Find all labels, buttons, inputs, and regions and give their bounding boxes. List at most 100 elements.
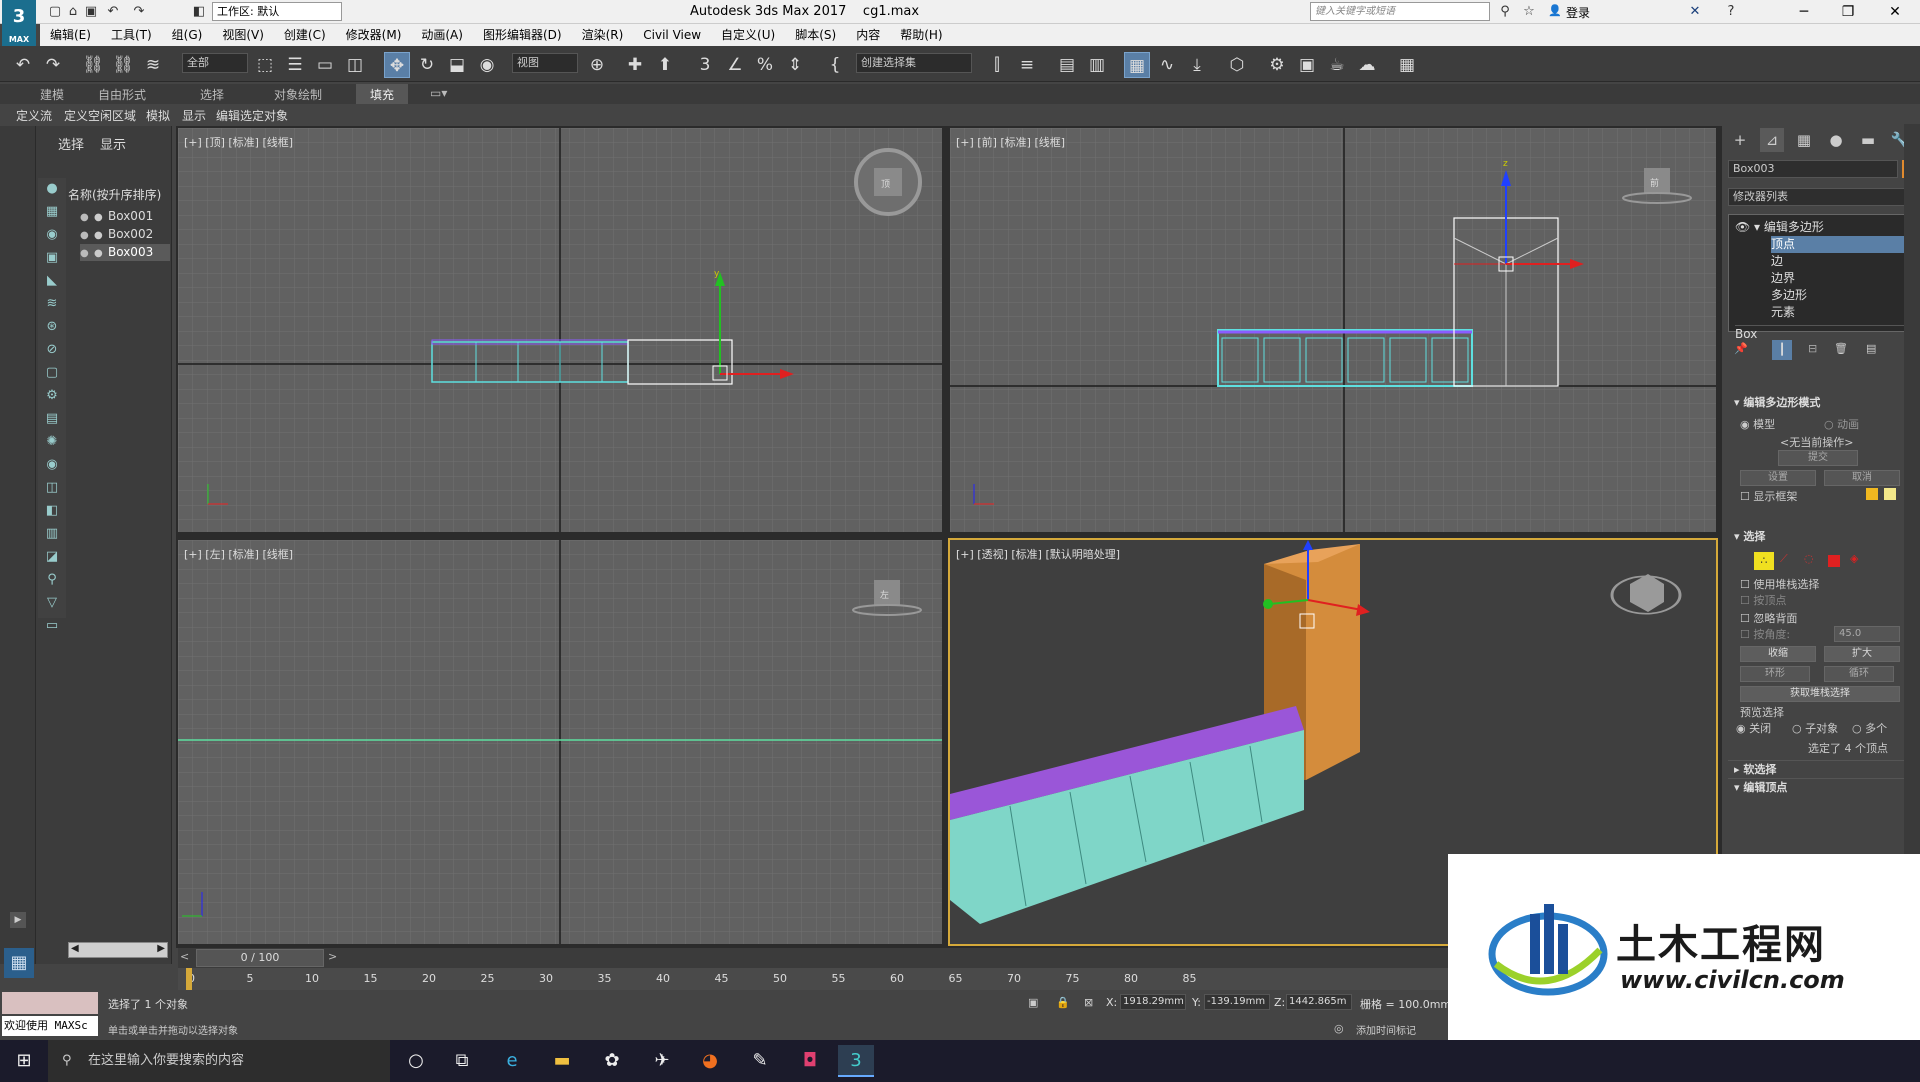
group-icon[interactable]: ▤ [38, 408, 66, 430]
spinner-snap-icon[interactable]: ⇕ [782, 52, 808, 78]
curve-editor-icon[interactable]: ∿ [1154, 52, 1180, 78]
time-cursor[interactable] [186, 968, 192, 990]
bone-icon[interactable]: ⊘ [38, 339, 66, 361]
file-explorer-icon[interactable]: ▬ [544, 1045, 580, 1077]
grow-button[interactable]: 扩大 [1824, 646, 1900, 662]
ribbon-simulate[interactable]: 模拟 [146, 107, 170, 124]
select-manipulate-icon[interactable]: ✚ [622, 52, 648, 78]
ring-button[interactable]: 环形 [1740, 666, 1810, 682]
modifier-item[interactable]: 👁 ▾ 编辑多边形 [1735, 219, 1911, 236]
layer-icon[interactable]: ▦ [38, 201, 66, 223]
ribbon-define-idle-areas[interactable]: 定义空闲区域 [64, 107, 136, 124]
search-input[interactable]: 键入关键字或短语 [1310, 2, 1490, 21]
schematic-view-icon[interactable]: ⤓ [1184, 52, 1210, 78]
app-icon-3[interactable]: ◘ [792, 1045, 828, 1077]
close-button[interactable]: ✕ [1870, 0, 1920, 24]
funnel-icon[interactable]: ▽ [38, 592, 66, 614]
rollout-soft-selection[interactable]: ▸ 软选择 [1728, 760, 1916, 778]
app-icon-2[interactable]: ✈ [644, 1045, 680, 1077]
cage-selected-color-swatch[interactable] [1884, 488, 1896, 500]
z-coord-field[interactable]: 1442.865m [1286, 994, 1352, 1010]
explorer-scrollbar[interactable]: ◀ ▶ [68, 942, 168, 958]
menu-item-5[interactable]: 修改器(M) [336, 24, 412, 46]
track-bar[interactable]: 0510152025303540455055606570758085 [178, 968, 1458, 990]
app-icon-1[interactable]: ✿ [594, 1045, 630, 1077]
rollout-selection[interactable]: ▾ 选择 [1728, 528, 1916, 546]
angle-spinner[interactable]: 45.0 [1834, 626, 1900, 642]
ribbon-tab-object-paint[interactable]: 对象绘制 [274, 86, 322, 103]
rendered-frame-icon[interactable]: ▣ [1294, 52, 1320, 78]
settings-button[interactable]: 设置 [1740, 470, 1816, 486]
viewport-label-perspective[interactable]: [+] [透视] [标准] [默认明暗处理] [956, 546, 1120, 562]
frozen-icon[interactable]: ◫ [38, 477, 66, 499]
ribbon-display[interactable]: 显示 [182, 107, 206, 124]
use-stack-selection-checkbox[interactable]: ☐ 使用堆栈选择 [1740, 576, 1819, 592]
ribbon-tab-populate[interactable]: 填充 [356, 84, 409, 105]
remove-modifier-icon[interactable]: 🗑 [1834, 342, 1848, 355]
y-coord-field[interactable]: -139.19mm [1204, 994, 1270, 1010]
particle-icon[interactable]: ✺ [38, 431, 66, 453]
viewport-front[interactable]: z 前 [+] [前] [标准] [线框] [950, 128, 1716, 532]
scene-item[interactable]: ● ● Box002 [80, 226, 170, 243]
minimize-button[interactable]: ─ [1782, 0, 1826, 24]
lock-icon[interactable]: 🔒 [1056, 996, 1070, 1009]
helper-icon[interactable]: ◣ [38, 270, 66, 292]
help-icon[interactable]: ? [1722, 3, 1740, 21]
menu-item-3[interactable]: 视图(V) [212, 24, 274, 46]
column-icon[interactable]: ▥ [38, 523, 66, 545]
show-end-result-icon[interactable]: ┃ [1772, 340, 1792, 360]
explorer-tab-display[interactable]: 显示 [100, 134, 126, 153]
ribbon-tab-modeling[interactable]: 建模 [40, 86, 64, 103]
menu-item-6[interactable]: 动画(A) [411, 24, 473, 46]
add-time-tag-text[interactable]: 添加时间标记 [1356, 1022, 1416, 1037]
binoculars-icon[interactable]: ⚲ [1496, 3, 1514, 21]
prev-frame-icon[interactable]: < [180, 950, 189, 963]
viewport-top[interactable]: y 顶 [+] [顶] [标准] [线框] [178, 128, 942, 532]
scene-item[interactable]: ● ● Box003 [80, 244, 170, 261]
x-coord-field[interactable]: 1918.29mm [1120, 994, 1186, 1010]
ribbon-tab-selection[interactable]: 选择 [200, 86, 224, 103]
unlink-icon[interactable]: ⛓ [110, 52, 136, 78]
pin-stack-icon[interactable]: 📌 [1734, 342, 1748, 355]
modify-tab-icon[interactable]: ⊿ [1760, 128, 1784, 152]
subobject-level[interactable]: 顶点 [1771, 236, 1911, 253]
element-mode-icon[interactable]: ◈ [1850, 552, 1858, 565]
configure-sets-icon[interactable]: ▤ [1866, 342, 1876, 355]
menu-item-7[interactable]: 图形编辑器(D) [473, 24, 572, 46]
spacewarp-icon[interactable]: ≋ [38, 293, 66, 315]
reference-coord-dropdown[interactable]: 视图 [512, 53, 578, 73]
freeze-dot-icon[interactable]: ● [94, 227, 108, 244]
preview-off-radio[interactable]: ◉ 关闭 [1736, 720, 1771, 736]
vertex-mode-icon[interactable]: ∴ [1754, 552, 1774, 570]
align-icon[interactable]: ≡ [1014, 52, 1040, 78]
commit-button[interactable]: 提交 [1778, 450, 1858, 466]
by-vertex-checkbox[interactable]: ☐ 按顶点 [1740, 592, 1786, 608]
layer-toggle-icon[interactable]: ▭ [38, 615, 66, 637]
task-view-icon[interactable]: ⧉ [444, 1045, 480, 1077]
menu-item-10[interactable]: 自定义(U) [711, 24, 785, 46]
edit-named-sel-icon[interactable]: { [822, 52, 848, 78]
ribbon-options-icon[interactable]: ▭▾ [430, 86, 447, 100]
name-column-header[interactable]: 名称(按升序排序) [68, 186, 170, 204]
rollout-edit-vertices[interactable]: ▾ 编辑顶点 [1728, 778, 1916, 796]
menu-item-9[interactable]: Civil View [633, 24, 711, 46]
percent-snap-icon[interactable]: % [752, 52, 778, 78]
maxscript-mini-listener[interactable]: 欢迎使用 MAXSc [2, 1016, 98, 1036]
time-slider-thumb[interactable]: 0 / 100 [196, 949, 324, 967]
viewport-label-front[interactable]: [+] [前] [标准] [线框] [956, 134, 1065, 150]
freeze-dot-icon[interactable]: ● [94, 245, 108, 262]
select-by-name-icon[interactable]: ☰ [282, 52, 308, 78]
preview-multi-radio[interactable]: ○ 多个 [1852, 720, 1887, 736]
expand-arrow-icon[interactable]: ▶ [10, 912, 26, 928]
maximize-button[interactable]: ❐ [1826, 0, 1870, 24]
filter-icon[interactable]: ⚲ [38, 569, 66, 591]
hidden-icon[interactable]: ◉ [38, 454, 66, 476]
edge-mode-icon[interactable]: ⟋ [1780, 552, 1788, 566]
by-angle-checkbox[interactable]: ☐ 按角度: [1740, 626, 1790, 642]
viewport-left[interactable]: 左 [+] [左] [标准] [线框] [178, 540, 942, 944]
sort-icon[interactable]: ◧ [38, 500, 66, 522]
keyboard-shortcut-icon[interactable]: ⬆ [652, 52, 678, 78]
eye-icon[interactable]: 👁 ▾ [1735, 220, 1764, 234]
ribbon-edit-selected[interactable]: 编辑选定对象 [216, 107, 288, 124]
firefox-icon[interactable]: ◕ [692, 1045, 728, 1077]
